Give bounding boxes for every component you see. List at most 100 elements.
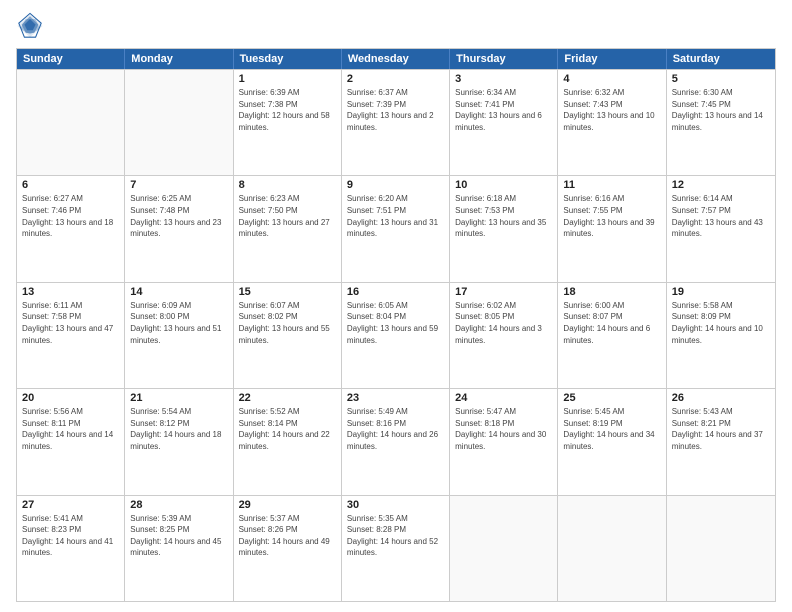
logo-icon — [16, 12, 44, 40]
cal-header-thursday: Thursday — [450, 49, 558, 69]
cal-day-1: 1 Sunrise: 6:39 AM Sunset: 7:38 PM Daylig… — [234, 70, 342, 175]
day-detail: Sunrise: 6:27 AM Sunset: 7:46 PM Dayligh… — [22, 193, 119, 239]
day-detail: Sunrise: 6:39 AM Sunset: 7:38 PM Dayligh… — [239, 87, 336, 133]
cal-day-22: 22 Sunrise: 5:52 AM Sunset: 8:14 PM Dayli… — [234, 389, 342, 494]
day-number: 13 — [22, 286, 119, 298]
cal-day-19: 19 Sunrise: 5:58 AM Sunset: 8:09 PM Dayli… — [667, 283, 775, 388]
day-detail: Sunrise: 5:35 AM Sunset: 8:28 PM Dayligh… — [347, 513, 444, 559]
day-number: 18 — [563, 286, 660, 298]
day-detail: Sunrise: 6:20 AM Sunset: 7:51 PM Dayligh… — [347, 193, 444, 239]
cal-week-3: 13 Sunrise: 6:11 AM Sunset: 7:58 PM Dayli… — [17, 282, 775, 388]
day-detail: Sunrise: 6:16 AM Sunset: 7:55 PM Dayligh… — [563, 193, 660, 239]
day-number: 9 — [347, 179, 444, 191]
day-detail: Sunrise: 6:37 AM Sunset: 7:39 PM Dayligh… — [347, 87, 444, 133]
day-number: 11 — [563, 179, 660, 191]
day-detail: Sunrise: 5:41 AM Sunset: 8:23 PM Dayligh… — [22, 513, 119, 559]
day-detail: Sunrise: 5:58 AM Sunset: 8:09 PM Dayligh… — [672, 300, 770, 346]
day-number: 26 — [672, 392, 770, 404]
cal-day-empty — [17, 70, 125, 175]
day-number: 22 — [239, 392, 336, 404]
day-detail: Sunrise: 6:30 AM Sunset: 7:45 PM Dayligh… — [672, 87, 770, 133]
cal-day-8: 8Sunrise: 6:23 AM Sunset: 7:50 PM Daylig… — [234, 176, 342, 281]
day-number: 5 — [672, 73, 770, 85]
day-detail: Sunrise: 5:49 AM Sunset: 8:16 PM Dayligh… — [347, 406, 444, 452]
day-number: 24 — [455, 392, 552, 404]
calendar: SundayMondayTuesdayWednesdayThursdayFrid… — [16, 48, 776, 602]
cal-day-20: 20 Sunrise: 5:56 AM Sunset: 8:11 PM Dayli… — [17, 389, 125, 494]
day-number: 17 — [455, 286, 552, 298]
cal-day-13: 13 Sunrise: 6:11 AM Sunset: 7:58 PM Dayli… — [17, 283, 125, 388]
cal-day-7: 7 Sunrise: 6:25 AM Sunset: 7:48 PM Daylig… — [125, 176, 233, 281]
cal-day-empty — [558, 496, 666, 601]
day-number: 15 — [239, 286, 336, 298]
day-number: 19 — [672, 286, 770, 298]
cal-day-empty — [450, 496, 558, 601]
day-number: 28 — [130, 499, 227, 511]
day-number: 6 — [22, 179, 119, 191]
header — [16, 12, 776, 40]
day-number: 3 — [455, 73, 552, 85]
day-detail: Sunrise: 5:43 AM Sunset: 8:21 PM Dayligh… — [672, 406, 770, 452]
day-detail: Sunrise: 5:52 AM Sunset: 8:14 PM Dayligh… — [239, 406, 336, 452]
cal-day-16: 16 Sunrise: 6:05 AM Sunset: 8:04 PM Dayli… — [342, 283, 450, 388]
cal-day-14: 14 Sunrise: 6:09 AM Sunset: 8:00 PM Dayli… — [125, 283, 233, 388]
cal-week-5: 27 Sunrise: 5:41 AM Sunset: 8:23 PM Dayli… — [17, 495, 775, 601]
cal-week-2: 6 Sunrise: 6:27 AM Sunset: 7:46 PM Daylig… — [17, 175, 775, 281]
day-detail: Sunrise: 6:18 AM Sunset: 7:53 PM Dayligh… — [455, 193, 552, 239]
day-detail: Sunrise: 6:14 AM Sunset: 7:57 PM Dayligh… — [672, 193, 770, 239]
cal-week-4: 20 Sunrise: 5:56 AM Sunset: 8:11 PM Dayli… — [17, 388, 775, 494]
day-number: 29 — [239, 499, 336, 511]
day-number: 27 — [22, 499, 119, 511]
day-detail: Sunrise: 6:11 AM Sunset: 7:58 PM Dayligh… — [22, 300, 119, 346]
day-detail: Sunrise: 6:25 AM Sunset: 7:48 PM Dayligh… — [130, 193, 227, 239]
cal-day-29: 29 Sunrise: 5:37 AM Sunset: 8:26 PM Dayli… — [234, 496, 342, 601]
day-detail: Sunrise: 5:56 AM Sunset: 8:11 PM Dayligh… — [22, 406, 119, 452]
day-number: 10 — [455, 179, 552, 191]
logo — [16, 12, 48, 40]
cal-header-tuesday: Tuesday — [234, 49, 342, 69]
cal-day-18: 18 Sunrise: 6:00 AM Sunset: 8:07 PM Dayli… — [558, 283, 666, 388]
day-detail: Sunrise: 6:07 AM Sunset: 8:02 PM Dayligh… — [239, 300, 336, 346]
day-number: 30 — [347, 499, 444, 511]
cal-header-monday: Monday — [125, 49, 233, 69]
cal-day-11: 11 Sunrise: 6:16 AM Sunset: 7:55 PM Dayli… — [558, 176, 666, 281]
cal-day-26: 26 Sunrise: 5:43 AM Sunset: 8:21 PM Dayli… — [667, 389, 775, 494]
cal-header-friday: Friday — [558, 49, 666, 69]
cal-header-sunday: Sunday — [17, 49, 125, 69]
day-number: 25 — [563, 392, 660, 404]
day-number: 16 — [347, 286, 444, 298]
cal-day-30: 30 Sunrise: 5:35 AM Sunset: 8:28 PM Dayli… — [342, 496, 450, 601]
calendar-body: 1 Sunrise: 6:39 AM Sunset: 7:38 PM Daylig… — [17, 69, 775, 601]
calendar-header-row: SundayMondayTuesdayWednesdayThursdayFrid… — [17, 49, 775, 69]
day-detail: Sunrise: 5:47 AM Sunset: 8:18 PM Dayligh… — [455, 406, 552, 452]
day-detail: Sunrise: 6:32 AM Sunset: 7:43 PM Dayligh… — [563, 87, 660, 133]
day-detail: Sunrise: 6:09 AM Sunset: 8:00 PM Dayligh… — [130, 300, 227, 346]
cal-week-1: 1 Sunrise: 6:39 AM Sunset: 7:38 PM Daylig… — [17, 69, 775, 175]
day-number: 7 — [130, 179, 227, 191]
day-number: 4 — [563, 73, 660, 85]
day-number: 2 — [347, 73, 444, 85]
cal-day-9: 9 Sunrise: 6:20 AM Sunset: 7:51 PM Daylig… — [342, 176, 450, 281]
cal-day-21: 21Sunrise: 5:54 AM Sunset: 8:12 PM Dayli… — [125, 389, 233, 494]
cal-day-28: 28Sunrise: 5:39 AM Sunset: 8:25 PM Dayli… — [125, 496, 233, 601]
page: SundayMondayTuesdayWednesdayThursdayFrid… — [0, 0, 792, 612]
day-number: 20 — [22, 392, 119, 404]
cal-day-empty — [125, 70, 233, 175]
day-detail: Sunrise: 5:54 AM Sunset: 8:12 PM Dayligh… — [130, 406, 227, 452]
day-detail: Sunrise: 6:34 AM Sunset: 7:41 PM Dayligh… — [455, 87, 552, 133]
cal-day-empty — [667, 496, 775, 601]
cal-day-6: 6 Sunrise: 6:27 AM Sunset: 7:46 PM Daylig… — [17, 176, 125, 281]
cal-day-17: 17 Sunrise: 6:02 AM Sunset: 8:05 PM Dayli… — [450, 283, 558, 388]
day-detail: Sunrise: 5:37 AM Sunset: 8:26 PM Dayligh… — [239, 513, 336, 559]
cal-day-3: 3 Sunrise: 6:34 AM Sunset: 7:41 PM Daylig… — [450, 70, 558, 175]
day-number: 14 — [130, 286, 227, 298]
cal-header-wednesday: Wednesday — [342, 49, 450, 69]
cal-day-24: 24 Sunrise: 5:47 AM Sunset: 8:18 PM Dayli… — [450, 389, 558, 494]
cal-day-15: 15 Sunrise: 6:07 AM Sunset: 8:02 PM Dayli… — [234, 283, 342, 388]
cal-day-12: 12Sunrise: 6:14 AM Sunset: 7:57 PM Dayli… — [667, 176, 775, 281]
cal-day-25: 25Sunrise: 5:45 AM Sunset: 8:19 PM Dayli… — [558, 389, 666, 494]
day-detail: Sunrise: 6:00 AM Sunset: 8:07 PM Dayligh… — [563, 300, 660, 346]
day-number: 1 — [239, 73, 336, 85]
day-detail: Sunrise: 6:05 AM Sunset: 8:04 PM Dayligh… — [347, 300, 444, 346]
day-detail: Sunrise: 6:02 AM Sunset: 8:05 PM Dayligh… — [455, 300, 552, 346]
